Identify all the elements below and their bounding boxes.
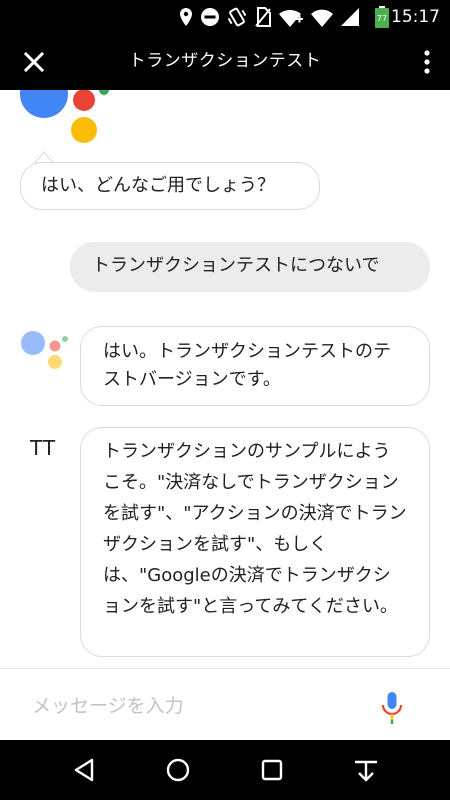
- no-sim-icon: [255, 7, 271, 27]
- message-input[interactable]: [30, 683, 354, 729]
- action-message: トランザクションのサンプルにようこそ。"決済なしでトランザクションを試す"、"ア…: [80, 427, 430, 657]
- assistant-message: はい。トランザクションテストのテストバージョンです。: [80, 326, 430, 406]
- signal-icon: [341, 8, 359, 26]
- wifi-icon: [311, 9, 333, 27]
- navigation-bar: [0, 740, 450, 800]
- location-icon: [180, 8, 192, 26]
- recents-icon[interactable]: [258, 756, 286, 784]
- do-not-disturb-icon: [201, 8, 219, 26]
- status-bar: 77 15:17: [0, 0, 450, 34]
- back-icon[interactable]: [70, 756, 98, 784]
- vibrate-icon: [227, 7, 247, 27]
- app-title: トランザクションテスト: [128, 51, 322, 71]
- wifi-calling-icon: [279, 9, 303, 27]
- battery-icon: 77: [375, 6, 389, 28]
- google-assistant-logo: [20, 90, 109, 143]
- more-vert-icon[interactable]: [420, 48, 434, 76]
- status-icons: [178, 0, 360, 34]
- assistant-message: はい、どんなご用でしょう？: [20, 162, 320, 210]
- input-bar: [0, 668, 450, 740]
- app-bar: トランザクションテスト: [0, 34, 450, 90]
- battery-level: 77: [377, 14, 387, 23]
- user-message: トランザクションテストにつないで: [70, 242, 430, 292]
- hide-keyboard-icon[interactable]: [352, 756, 380, 784]
- chat-history[interactable]: はい、どんなご用でしょう？ トランザクションテストにつないで はい。トランザクシ…: [0, 90, 450, 668]
- google-assistant-avatar-icon: [21, 331, 68, 369]
- status-time: 15:17: [391, 7, 440, 27]
- mic-icon[interactable]: [380, 691, 404, 725]
- action-avatar: TT: [30, 436, 57, 460]
- home-icon[interactable]: [164, 756, 192, 784]
